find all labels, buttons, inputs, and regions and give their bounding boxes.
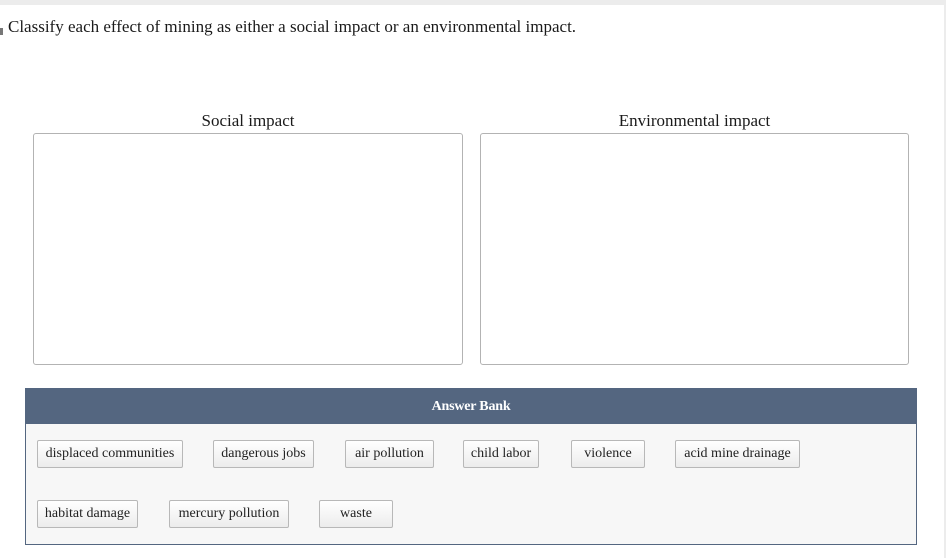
answer-chip-air-pollution[interactable]: air pollution [345, 440, 434, 468]
answer-chip-displaced-communities[interactable]: displaced communities [37, 440, 183, 468]
bin-title-environmental: Environmental impact [618, 111, 771, 130]
top-divider [0, 0, 946, 5]
answer-chip-habitat-damage[interactable]: habitat damage [37, 500, 138, 528]
answer-chip-violence[interactable]: violence [571, 440, 645, 468]
answer-chip-waste[interactable]: waste [319, 500, 393, 528]
question-prompt: Classify each effect of mining as either… [0, 16, 576, 38]
answer-chip-dangerous-jobs[interactable]: dangerous jobs [213, 440, 314, 468]
bin-title-social: Social impact [201, 111, 295, 130]
drop-zone-environmental-impact[interactable] [480, 133, 909, 365]
answer-bank-header: Answer Bank [26, 389, 916, 424]
answer-bank: Answer Bank displaced communities danger… [25, 388, 917, 545]
answer-chip-acid-mine-drainage[interactable]: acid mine drainage [675, 440, 800, 468]
drop-zone-social-impact[interactable] [33, 133, 463, 365]
question-text: Classify each effect of mining as either… [8, 17, 577, 36]
question-marker-icon [0, 28, 3, 35]
answer-chip-mercury-pollution[interactable]: mercury pollution [169, 500, 289, 528]
answer-chip-child-labor[interactable]: child labor [463, 440, 539, 468]
